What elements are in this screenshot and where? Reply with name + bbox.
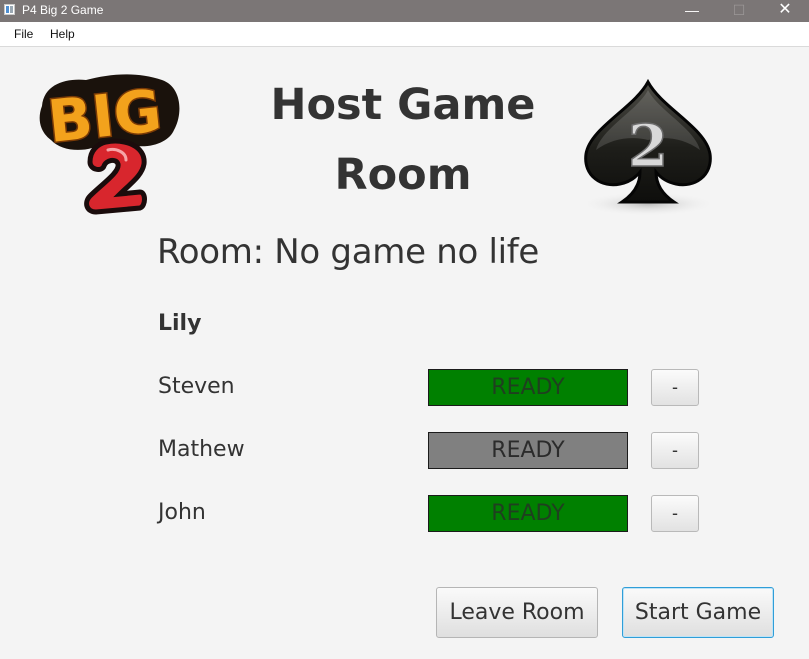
maximize-button[interactable]: ☐ [719,0,759,22]
start-game-button[interactable]: Start Game [622,587,774,638]
menu-help[interactable]: Help [50,27,75,41]
player-name: Mathew [158,437,245,462]
close-button[interactable]: ✕ [765,0,805,22]
minimize-button[interactable]: — [672,0,712,22]
spade-2-logo: 2 [580,78,716,216]
player-name: John [158,500,206,525]
spade-number: 2 [628,112,668,180]
player-ready-status: READY [428,495,628,532]
menu-file[interactable]: File [14,27,33,41]
player-ready-status: READY [428,369,628,406]
app-icon [4,4,15,15]
leave-room-button[interactable]: Leave Room [436,587,598,638]
player-name: Steven [158,374,235,399]
host-player-name: Lily [158,311,202,336]
room-name-label: Room: No game no life [157,232,540,272]
page-title: Host Game Room [253,70,553,210]
kick-player-button[interactable]: - [651,495,699,532]
window-title: P4 Big 2 Game [22,3,104,17]
big2-logo: BIG [39,74,180,215]
page-title-line2: Room [334,150,472,200]
page-title-line1: Host Game [270,80,536,130]
menu-bar: File Help [0,22,809,47]
kick-player-button[interactable]: - [651,369,699,406]
window-titlebar: P4 Big 2 Game — ☐ ✕ [0,0,809,22]
kick-player-button[interactable]: - [651,432,699,469]
player-ready-status: READY [428,432,628,469]
